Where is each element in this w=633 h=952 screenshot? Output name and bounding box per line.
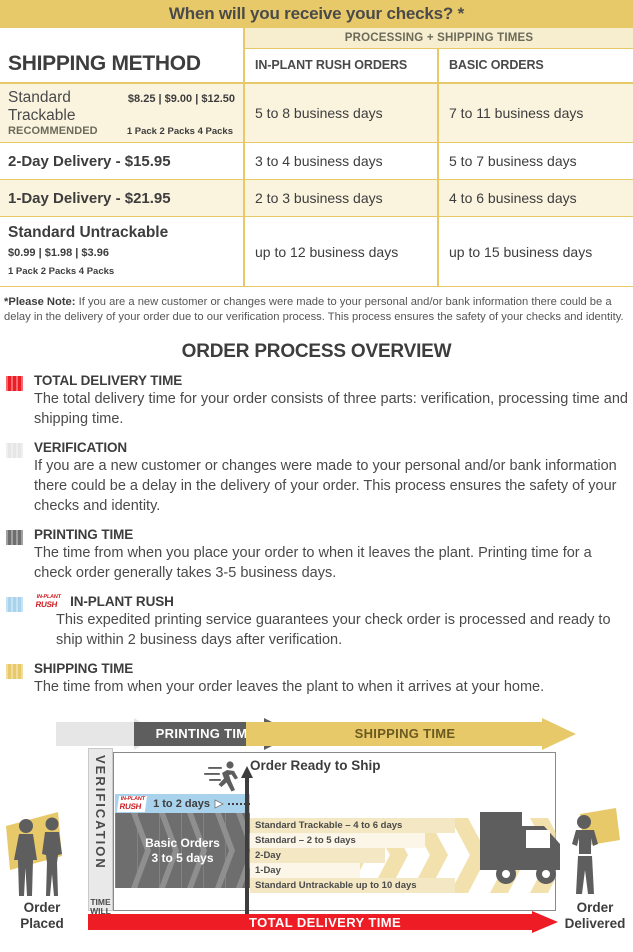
swatch-printing-time xyxy=(6,529,23,545)
legend-heading: IN-PLANT RUSH xyxy=(70,593,174,609)
method-cell-standard-untrackable: Standard Untrackable $0.99 | $1.98 | $3.… xyxy=(0,216,245,287)
shipping-row: Standard Trackable – 4 to 6 days xyxy=(250,818,455,834)
right-caret-icon xyxy=(214,799,224,809)
processing-shipping-group-header: PROCESSING + SHIPPING TIMES xyxy=(244,28,633,49)
order-process-overview-title: ORDER PROCESS OVERVIEW xyxy=(181,340,452,362)
method-header-spacer xyxy=(0,28,245,48)
basic-days-cell: 5 to 7 business days xyxy=(436,142,633,180)
method-packs: 1 Pack 2 Packs 4 Packs xyxy=(126,126,233,137)
legend-heading: PRINTING TIME xyxy=(34,526,134,542)
legend-text: If you are a new customer or changes wer… xyxy=(34,457,617,514)
recommended-badge: RECOMMENDED xyxy=(8,125,98,137)
delivery-truck-icon xyxy=(480,808,620,895)
rush-days-cell: 2 to 3 business days xyxy=(243,179,438,217)
legend-heading: VERIFICATION xyxy=(34,439,128,455)
legend-item-shipping-time: SHIPPING TIME The time from when your or… xyxy=(0,661,633,697)
please-note-body: If you are a new customer or changes wer… xyxy=(4,296,624,323)
legend-heading-row: IN-PLANT RUSH IN-PLANT RUSH xyxy=(32,593,633,610)
method-packs: 1 Pack 2 Packs 4 Packs xyxy=(8,266,115,277)
method-prices: $0.99 | $1.98 | $3.96 xyxy=(8,247,109,259)
basic-days-cell: up to 15 business days xyxy=(436,216,633,287)
please-note-block: *Please Note: If you are a new customer … xyxy=(0,287,633,325)
basic-orders-bar: Basic Orders 3 to 5 days xyxy=(115,813,250,889)
shipping-row: Standard – 2 to 5 days xyxy=(250,833,425,849)
shipping-method-header: SHIPPING METHOD xyxy=(0,48,245,84)
legend-item-total-delivery-time: TOTAL DELIVERY TIME The total delivery t… xyxy=(0,373,633,429)
shipping-rates-table: PROCESSING + SHIPPING TIMES SHIPPING MET… xyxy=(0,28,633,287)
legend-heading: SHIPPING TIME xyxy=(34,661,134,677)
in-plant-rush-orders-header: IN-PLANT RUSH ORDERS xyxy=(243,48,438,84)
legend-item-printing-time: PRINTING TIME The time from when you pla… xyxy=(0,527,633,583)
shipping-row: 2-Day xyxy=(250,848,385,864)
swatch-verification xyxy=(6,442,23,458)
method-name: Standard Trackable xyxy=(8,89,76,124)
legend-item-in-plant-rush: IN-PLANT RUSH IN-PLANT RUSH This expedite… xyxy=(0,593,633,651)
order-process-diagram: PRINTING TIME SHIPPING TIME VERIFICATION… xyxy=(0,708,633,948)
basic-orders-header: BASIC ORDERS xyxy=(436,48,633,84)
method-prices: $8.25 | $9.00 | $12.50 xyxy=(127,93,235,105)
verification-label: VERIFICATION xyxy=(93,755,108,871)
table-column-header-row: SHIPPING METHOD IN-PLANT RUSH ORDERS BAS… xyxy=(0,48,633,84)
order-delivered-caption: Order Delivered xyxy=(564,900,626,932)
basic-orders-bar-label: Basic Orders 3 to 5 days xyxy=(145,836,220,865)
rush-days-cell: 3 to 4 business days xyxy=(243,142,438,180)
method-name: Standard Untrackable xyxy=(8,224,169,241)
page-root: When will you receive your checks? * PRO… xyxy=(0,0,633,952)
method-cell-1day: 1-Day Delivery - $21.95 xyxy=(0,179,245,217)
basic-days-cell: 4 to 6 business days xyxy=(436,179,633,217)
swatch-total-delivery-time xyxy=(6,375,23,391)
verification-column: VERIFICATION xyxy=(88,748,113,912)
method-cell-standard-trackable: Standard Trackable $8.25 | $9.00 | $12.5… xyxy=(0,83,245,143)
in-plant-rush-badge-icon: IN-PLANT RUSH xyxy=(32,593,64,610)
shipping-time-label: SHIPPING TIME xyxy=(354,726,456,742)
please-note-label: *Please Note: xyxy=(4,296,76,308)
customers-icon xyxy=(6,812,62,897)
table-row: 2-Day Delivery - $15.95 3 to 4 business … xyxy=(0,142,633,180)
rush-days-label: 1 to 2 days xyxy=(153,797,210,810)
method-name: 2-Day Delivery - $15.95 xyxy=(8,152,171,170)
page-title: When will you receive your checks? * xyxy=(168,4,465,23)
total-delivery-time-label: TOTAL DELIVERY TIME xyxy=(248,915,402,931)
swatch-in-plant-rush xyxy=(6,596,23,612)
rush-days-cell: up to 12 business days xyxy=(243,216,438,287)
table-group-header-row: PROCESSING + SHIPPING TIMES xyxy=(0,28,633,49)
shipping-row: 1-Day xyxy=(250,863,360,879)
table-row: 1-Day Delivery - $21.95 2 to 3 business … xyxy=(0,179,633,217)
legend-text: This expedited printing service guarante… xyxy=(56,612,611,649)
shipping-rows-list: Standard Trackable – 4 to 6 days Standar… xyxy=(250,818,460,894)
legend-heading: TOTAL DELIVERY TIME xyxy=(34,372,183,388)
legend-item-verification: VERIFICATION If you are a new customer o… xyxy=(0,440,633,516)
table-row: Standard Trackable $8.25 | $9.00 | $12.5… xyxy=(0,83,633,143)
legend-list: TOTAL DELIVERY TIME The total delivery t… xyxy=(0,373,633,698)
method-cell-2day: 2-Day Delivery - $15.95 xyxy=(0,142,245,180)
legend-text: The time from when your order leaves the… xyxy=(34,679,545,696)
swatch-shipping-time xyxy=(6,664,23,680)
basic-days-cell: 7 to 11 business days xyxy=(436,83,633,143)
order-placed-caption: Order Placed xyxy=(20,900,64,932)
legend-text: The total delivery time for your order c… xyxy=(34,390,628,427)
order-ready-to-ship-label: Order Ready to Ship xyxy=(250,758,381,774)
legend-text: The time from when you place your order … xyxy=(34,544,592,581)
rush-days-cell: 5 to 8 business days xyxy=(243,83,438,143)
shipping-row: Standard Untrackable up to 10 days xyxy=(250,878,455,894)
page-title-bar: When will you receive your checks? * xyxy=(0,0,633,28)
method-name: 1-Day Delivery - $21.95 xyxy=(8,189,171,207)
in-plant-rush-badge-icon: IN-PLANT RUSH xyxy=(116,795,148,812)
table-row: Standard Untrackable $0.99 | $1.98 | $3.… xyxy=(0,216,633,287)
